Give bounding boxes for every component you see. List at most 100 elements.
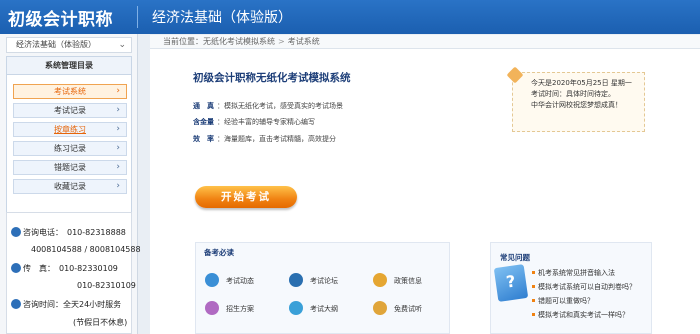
hours-note-row: (节假日不休息) bbox=[73, 317, 127, 328]
feature-quality: 含金量 ：经验丰富的辅导专家精心编写 bbox=[193, 117, 315, 127]
sidebar-item-label: 考试系统 bbox=[54, 87, 86, 96]
feature-key: 含金量 bbox=[193, 118, 214, 126]
fax-icon bbox=[11, 263, 21, 273]
phone-label: 咨询电话： bbox=[23, 228, 59, 237]
subject-select-value: 经济法基础（体验版） bbox=[16, 40, 96, 49]
hours-label: 咨询时间： bbox=[23, 300, 63, 309]
faq-item-label: 模拟考试系统可以自动判卷吗？ bbox=[538, 283, 636, 291]
phone-number-1: 010-82318888 bbox=[67, 228, 126, 237]
hours-note: (节假日不休息) bbox=[73, 318, 128, 327]
chevron-right-icon: › bbox=[116, 86, 120, 96]
audition-icon bbox=[373, 301, 387, 315]
hours-value: 全天24小时服务 bbox=[63, 300, 122, 309]
news-icon bbox=[205, 273, 219, 287]
breadcrumb-separator: > bbox=[278, 37, 285, 46]
faq-item-label: 模拟考试和真实考试一样吗？ bbox=[538, 311, 629, 319]
notice-exam-time: 考试时间：具体时间待定。 bbox=[531, 90, 615, 98]
notice-wish: 中华会计网校祝您梦想成真！ bbox=[531, 101, 622, 109]
sidebar-item-exam-records[interactable]: 考试记录 › bbox=[13, 103, 127, 118]
fax-number-1: 010-82330109 bbox=[59, 264, 118, 273]
contact-panel: 咨询电话： 010-82318888 4008104588 / 80081045… bbox=[6, 212, 141, 334]
page-title: 初级会计职称无纸化考试模拟系统 bbox=[193, 72, 351, 84]
sidebar-item-label: 收藏记录 bbox=[54, 182, 86, 191]
prep-item-label: 免费试听 bbox=[394, 305, 422, 313]
prep-item-label: 考试论坛 bbox=[310, 277, 338, 285]
breadcrumb-link[interactable]: 无纸化考试模拟系统 bbox=[203, 37, 275, 46]
sidebar-item-chapter-practice[interactable]: 按章练习 › bbox=[13, 122, 127, 137]
prep-title: 备考必读 bbox=[204, 248, 234, 257]
fax-number-2: 010-82310109 bbox=[77, 281, 136, 290]
faq-item[interactable]: 错题可以重做吗？ bbox=[532, 296, 594, 306]
chevron-right-icon: › bbox=[116, 143, 120, 153]
feature-efficiency: 效 率：海量题库，直击考试精髓，高效提分 bbox=[193, 134, 336, 144]
breadcrumb-prefix: 当前位置： bbox=[163, 37, 203, 46]
phone-row-2: 4008104588 / 8008104588 bbox=[31, 245, 141, 254]
sidebar-item-label: 错题记录 bbox=[54, 163, 86, 172]
prep-item-syllabus[interactable]: 考试大纲 bbox=[289, 301, 338, 315]
feature-key: 效 率 bbox=[193, 135, 214, 143]
fax-label: 传 真： bbox=[23, 264, 51, 273]
breadcrumb-current: 考试系统 bbox=[287, 37, 320, 46]
bullet-icon bbox=[532, 285, 535, 288]
header-divider bbox=[137, 6, 138, 28]
prep-item-forum[interactable]: 考试论坛 bbox=[289, 273, 338, 287]
hours-row: 咨询时间：全天24小时服务 bbox=[11, 299, 121, 310]
prep-item-news[interactable]: 考试动态 bbox=[205, 273, 254, 287]
brand-title: 初级会计职称 bbox=[8, 10, 113, 30]
chevron-right-icon: › bbox=[116, 105, 120, 115]
fax-row: 传 真： 010-82330109 bbox=[11, 263, 118, 274]
subject-title: 经济法基础（体验版） bbox=[152, 10, 292, 26]
bullet-icon bbox=[532, 313, 535, 316]
feature-text: ：模拟无纸化考试，感受真实的考试场景 bbox=[217, 102, 343, 110]
faq-item-label: 机考系统常见拼音输入法 bbox=[538, 269, 615, 277]
subject-select[interactable]: 经济法基础（体验版） ⌄ bbox=[6, 37, 132, 53]
policy-icon bbox=[373, 273, 387, 287]
prep-item-label: 考试大纲 bbox=[310, 305, 338, 313]
menu-panel: 系统管理目录 考试系统 › 考试记录 › 按章练习 › 练习记录 › 错题记录 › 收藏记… bbox=[6, 56, 132, 228]
faq-title: 常见问题 bbox=[500, 253, 530, 262]
prep-item-label: 考试动态 bbox=[226, 277, 254, 285]
sidebar-item-practice-records[interactable]: 练习记录 › bbox=[13, 141, 127, 156]
enroll-icon bbox=[205, 301, 219, 315]
faq-item[interactable]: 模拟考试系统可以自动判卷吗？ bbox=[532, 282, 636, 292]
prep-item-enroll[interactable]: 招生方案 bbox=[205, 301, 254, 315]
notice-date: 今天是2020年05月25日 星期一 bbox=[531, 79, 632, 87]
feature-realism: 通 真：模拟无纸化考试，感受真实的考试场景 bbox=[193, 101, 343, 111]
notice-note: 今天是2020年05月25日 星期一 考试时间：具体时间待定。 中华会计网校祝您… bbox=[506, 66, 645, 132]
feature-key: 通 真 bbox=[193, 102, 214, 110]
question-icon: ? bbox=[493, 264, 529, 302]
prep-item-label: 政策信息 bbox=[394, 277, 422, 285]
menu-title: 系统管理目录 bbox=[7, 57, 131, 75]
sidebar-item-wrong-records[interactable]: 错题记录 › bbox=[13, 160, 127, 175]
chevron-down-icon: ⌄ bbox=[118, 40, 126, 50]
faq-item[interactable]: 机考系统常见拼音输入法 bbox=[532, 268, 615, 278]
chevron-right-icon: › bbox=[116, 181, 120, 191]
sidebar-item-label: 考试记录 bbox=[54, 106, 86, 115]
feature-text: ：经验丰富的辅导专家精心编写 bbox=[217, 118, 315, 126]
prep-item-policy[interactable]: 政策信息 bbox=[373, 273, 422, 287]
fax-row-2: 010-82310109 bbox=[77, 281, 136, 290]
top-header: 初级会计职称 经济法基础（体验版） bbox=[0, 0, 700, 34]
sidebar: 经济法基础（体验版） ⌄ 系统管理目录 考试系统 › 考试记录 › 按章练习 › 练习… bbox=[0, 34, 141, 334]
sidebar-item-label: 按章练习 bbox=[54, 125, 86, 134]
clock-icon bbox=[11, 299, 21, 309]
bullet-icon bbox=[532, 299, 535, 302]
faq-item[interactable]: 模拟考试和真实考试一样吗？ bbox=[532, 310, 629, 320]
prep-item-label: 招生方案 bbox=[226, 305, 254, 313]
chevron-right-icon: › bbox=[116, 124, 120, 134]
phone-number-2: 4008104588 / 8008104588 bbox=[31, 245, 141, 254]
chevron-right-icon: › bbox=[116, 162, 120, 172]
sidebar-item-label: 练习记录 bbox=[54, 144, 86, 153]
start-exam-button[interactable]: 开始考试 bbox=[195, 186, 297, 208]
sidebar-item-exam-system[interactable]: 考试系统 › bbox=[13, 84, 127, 99]
forum-icon bbox=[289, 273, 303, 287]
faq-item-label: 错题可以重做吗？ bbox=[538, 297, 594, 305]
phone-row: 咨询电话： 010-82318888 bbox=[11, 227, 126, 238]
sidebar-item-favorite-records[interactable]: 收藏记录 › bbox=[13, 179, 127, 194]
syllabus-icon bbox=[289, 301, 303, 315]
bullet-icon bbox=[532, 271, 535, 274]
phone-icon bbox=[11, 227, 21, 237]
breadcrumb: 当前位置：无纸化考试模拟系统 > 考试系统 bbox=[150, 35, 700, 49]
prep-item-audition[interactable]: 免费试听 bbox=[373, 301, 422, 315]
feature-text: ：海量题库，直击考试精髓，高效提分 bbox=[217, 135, 336, 143]
